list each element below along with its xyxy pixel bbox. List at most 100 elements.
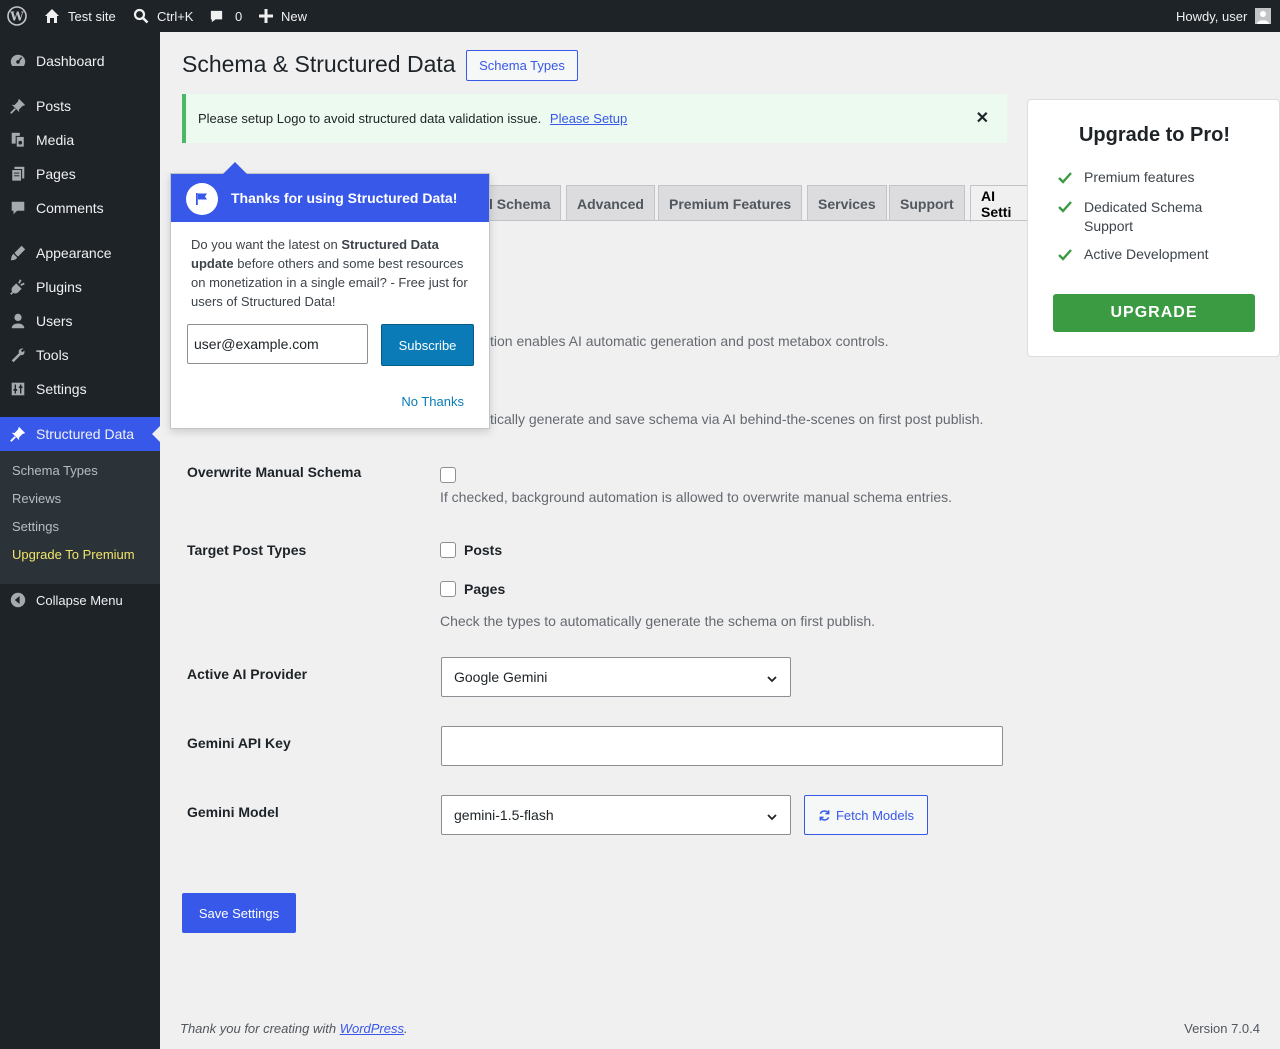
- submenu-reviews[interactable]: Reviews: [12, 491, 61, 506]
- popup-title: Thanks for using Structured Data!: [231, 190, 458, 206]
- flag-icon: [186, 183, 218, 215]
- subscribe-button[interactable]: Subscribe: [381, 324, 474, 366]
- gemini-api-key-label: Gemini API Key: [187, 735, 291, 751]
- overwrite-manual-schema-checkbox[interactable]: [440, 467, 456, 483]
- collapse-menu-label: Collapse Menu: [36, 592, 123, 608]
- pro-feature-item: Active Development: [1058, 246, 1209, 265]
- sidebar-item-settings[interactable]: Settings: [0, 372, 160, 406]
- posts-checkbox[interactable]: [440, 542, 456, 558]
- email-input[interactable]: user@example.com: [187, 324, 368, 364]
- pin-icon: [0, 425, 36, 443]
- user-icon: [0, 312, 36, 330]
- gemini-model-value: gemini-1.5-flash: [454, 807, 554, 823]
- comment-icon: [209, 9, 224, 24]
- fetch-models-label: Fetch Models: [835, 807, 915, 823]
- search-button[interactable]: Ctrl+K: [133, 0, 193, 32]
- plugin-icon: [0, 278, 36, 296]
- close-icon[interactable]: ✕: [976, 108, 989, 128]
- footer-version: Version 7.0.4: [1184, 1021, 1260, 1036]
- svg-text:W: W: [9, 10, 24, 24]
- comments-count: 0: [235, 8, 243, 24]
- avatar: [1255, 8, 1272, 24]
- pages-icon: [0, 165, 36, 183]
- site-name: Test site: [68, 8, 116, 24]
- sidebar-item-tools[interactable]: Tools: [0, 338, 160, 372]
- sidebar-item-label: Pages: [36, 166, 76, 182]
- tab-advanced[interactable]: Advanced: [566, 185, 655, 221]
- pages-checkbox-label: Pages: [464, 581, 506, 597]
- submenu-settings[interactable]: Settings: [12, 519, 59, 534]
- popup-pointer: [223, 162, 247, 174]
- site-name-link[interactable]: Test site: [44, 0, 116, 32]
- sidebar-item-label: Appearance: [36, 245, 112, 261]
- pages-checkbox[interactable]: [440, 581, 456, 597]
- admin-bar: W Test site Ctrl+K 0 New Howdy, user: [0, 0, 1280, 32]
- comments-button[interactable]: 0: [209, 0, 242, 32]
- sidebar-item-appearance[interactable]: Appearance: [0, 236, 160, 270]
- checkmark-icon: [1058, 246, 1084, 265]
- tab-support[interactable]: Support: [889, 185, 965, 221]
- upgrade-button[interactable]: UPGRADE: [1053, 294, 1255, 332]
- tab-premium-features[interactable]: Premium Features: [658, 185, 803, 221]
- target-description: Check the types to automatically generat…: [440, 613, 876, 629]
- notice-text: Please setup Logo to avoid structured da…: [198, 111, 542, 126]
- ai-provider-value: Google Gemini: [454, 669, 548, 685]
- submenu-schema-types[interactable]: Schema Types: [12, 463, 98, 478]
- brush-icon: [0, 244, 36, 262]
- sidebar-item-label: Users: [36, 313, 73, 329]
- pro-feature-text: Dedicated Schema Support: [1084, 199, 1203, 234]
- tab-global-schema[interactable]: l Schema: [478, 185, 562, 221]
- comment-icon: [0, 199, 36, 217]
- howdy-text: Howdy, user: [1176, 8, 1248, 24]
- upgrade-pro-title: Upgrade to Pro!: [1078, 124, 1231, 146]
- popup-body-text: Do you want the latest on: [191, 237, 342, 252]
- pin-icon: [0, 97, 36, 115]
- wordpress-logo-icon[interactable]: W: [7, 0, 27, 32]
- collapse-menu-button[interactable]: Collapse Menu: [0, 583, 160, 617]
- sidebar-item-label: Comments: [36, 200, 104, 216]
- ai-provider-select[interactable]: Google Gemini: [441, 657, 791, 697]
- pro-feature-item: Premium features: [1058, 169, 1194, 188]
- search-shortcut: Ctrl+K: [157, 8, 194, 24]
- home-icon: [44, 8, 60, 24]
- sidebar-item-comments[interactable]: Comments: [0, 191, 160, 225]
- dashboard-icon: [0, 52, 36, 70]
- overwrite-manual-schema-label: Overwrite Manual Schema: [187, 464, 362, 480]
- checkmark-icon: [1058, 198, 1084, 219]
- wordpress-link[interactable]: WordPress: [340, 1021, 404, 1036]
- search-icon: [133, 8, 149, 24]
- sidebar-item-label: Plugins: [36, 279, 82, 295]
- plus-icon: [259, 9, 273, 23]
- footer-thanks: Thank you for creating with WordPress.: [180, 1021, 408, 1036]
- tab-ai-settings[interactable]: AI Setti: [970, 185, 1027, 222]
- posts-checkbox-label: Posts: [464, 542, 503, 558]
- please-setup-link[interactable]: Please Setup: [550, 111, 627, 126]
- overwrite-description: If checked, background automation is all…: [440, 489, 953, 505]
- sidebar-item-dashboard[interactable]: Dashboard: [0, 44, 160, 78]
- sidebar-item-label: Tools: [36, 347, 69, 363]
- sidebar-item-users[interactable]: Users: [0, 304, 160, 338]
- save-settings-button[interactable]: Save Settings: [182, 893, 296, 933]
- sidebar-item-media[interactable]: Media: [0, 123, 160, 157]
- gemini-model-label: Gemini Model: [187, 804, 279, 820]
- sidebar-item-pages[interactable]: Pages: [0, 157, 160, 191]
- no-thanks-link[interactable]: No Thanks: [401, 394, 464, 409]
- sidebar-item-label: Posts: [36, 98, 72, 114]
- user-account-menu[interactable]: Howdy, user: [1176, 0, 1272, 32]
- pro-feature-item: Dedicated Schema Support: [1058, 198, 1238, 236]
- tab-services[interactable]: Services: [807, 185, 887, 221]
- gemini-api-key-input[interactable]: [441, 726, 1003, 766]
- checkmark-icon: [1058, 169, 1084, 188]
- gemini-model-select[interactable]: gemini-1.5-flash: [441, 795, 791, 835]
- media-icon: [0, 131, 36, 149]
- footer-thanks-period: .: [404, 1021, 408, 1036]
- new-content-button[interactable]: New: [259, 0, 307, 32]
- schema-types-button[interactable]: Schema Types: [466, 50, 578, 81]
- sidebar-item-plugins[interactable]: Plugins: [0, 270, 160, 304]
- sidebar-item-posts[interactable]: Posts: [0, 89, 160, 123]
- submenu-upgrade-to-premium[interactable]: Upgrade To Premium: [12, 547, 135, 562]
- sidebar-item-label: Dashboard: [36, 53, 105, 69]
- sidebar-item-structured-data[interactable]: Structured Data: [0, 417, 160, 451]
- fetch-models-button[interactable]: Fetch Models: [804, 795, 928, 835]
- sidebar-item-label: Media: [36, 132, 75, 148]
